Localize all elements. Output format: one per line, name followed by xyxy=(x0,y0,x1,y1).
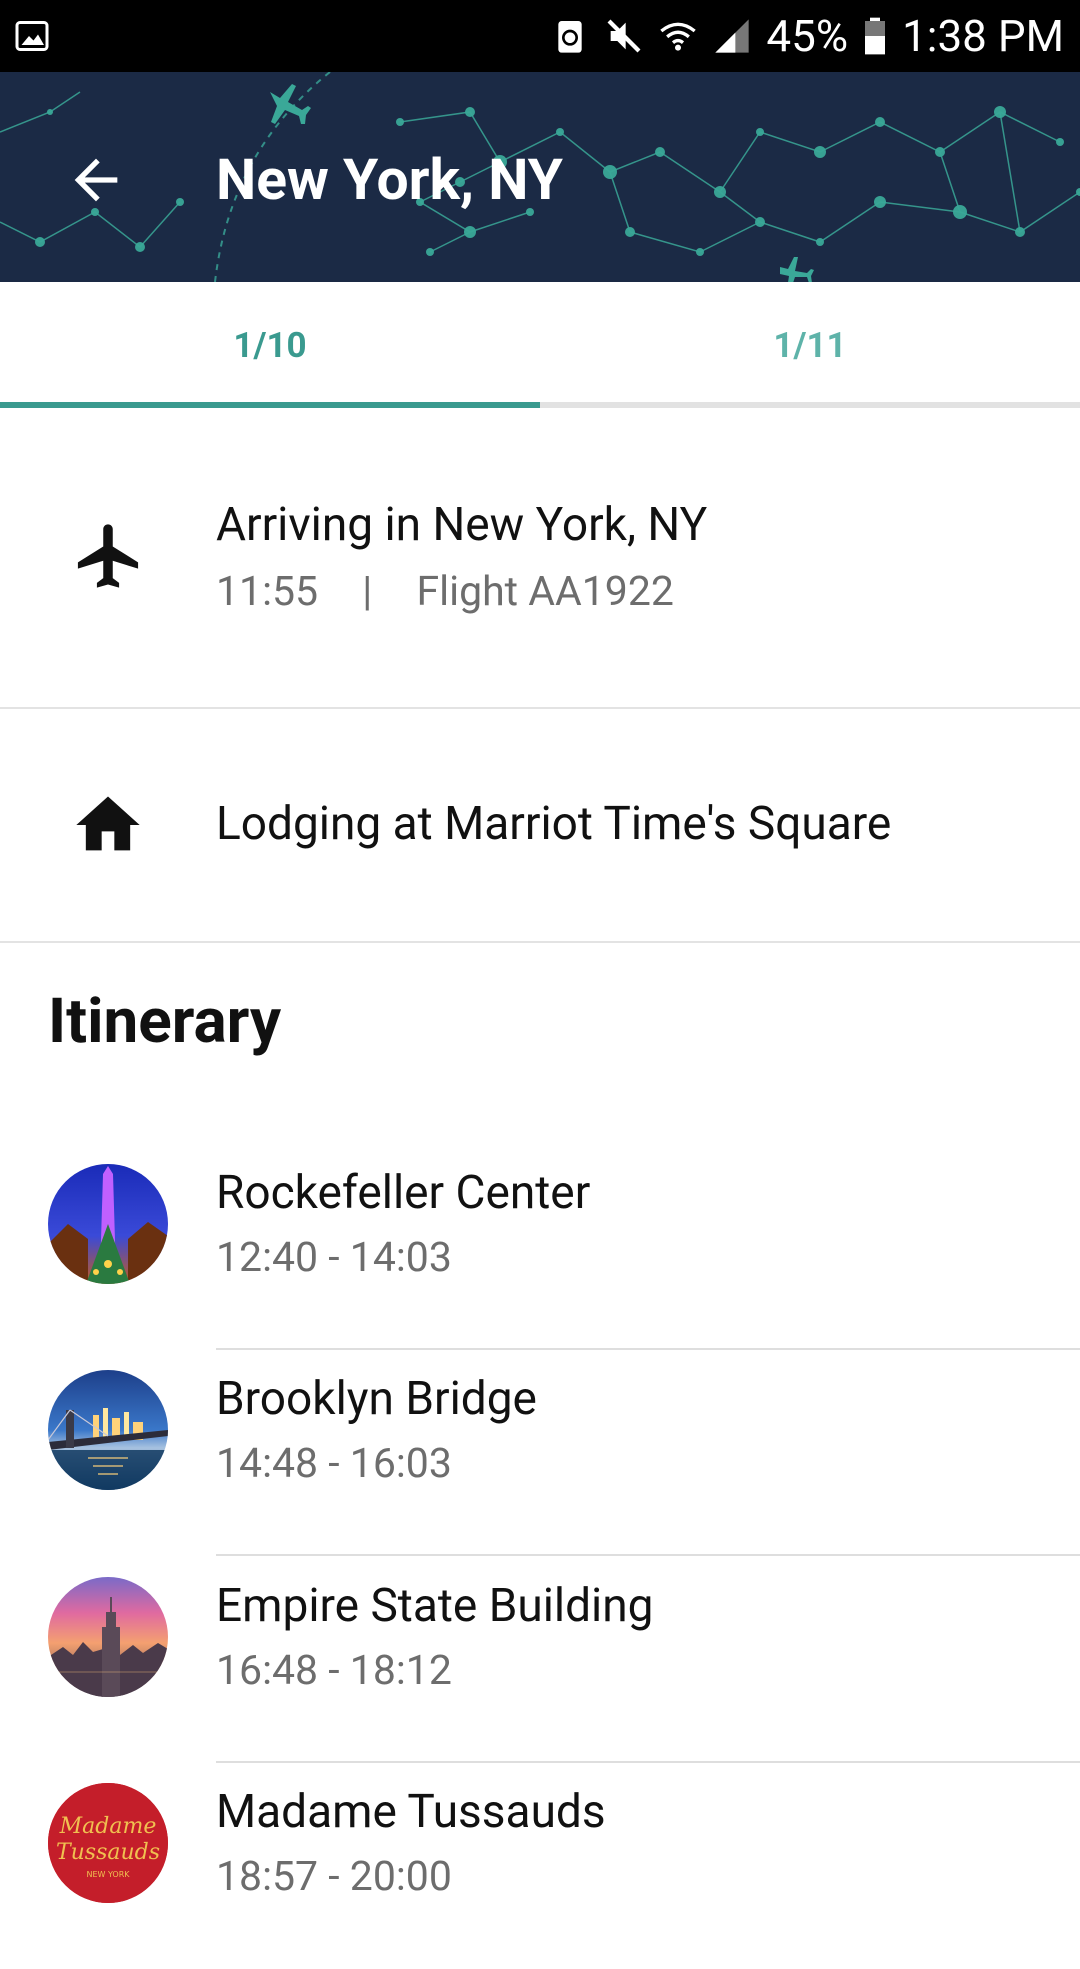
item-name: Empire State Building xyxy=(216,1579,654,1633)
item-time: 12:40 - 14:03 xyxy=(216,1234,452,1282)
brooklyn-bridge-thumbnail xyxy=(48,1370,168,1490)
svg-text:Madame: Madame xyxy=(59,1814,157,1839)
tab-1-10[interactable]: 1/10 xyxy=(0,282,540,408)
item-time: 18:57 - 20:00 xyxy=(216,1853,452,1901)
madame-tussauds-logo: Madame Tussauds NEW YORK xyxy=(48,1783,168,1903)
itinerary-heading: Itinerary xyxy=(48,985,282,1058)
item-name: Rockefeller Center xyxy=(216,1166,591,1220)
app-header: New York, NY xyxy=(0,72,1080,282)
arrival-time: 11:55 xyxy=(216,568,319,616)
recycle-icon xyxy=(558,21,583,53)
svg-text:NEW YORK: NEW YORK xyxy=(86,1870,130,1879)
mute-icon xyxy=(607,19,641,53)
airplane-icon xyxy=(77,524,139,588)
divider xyxy=(216,1554,1080,1556)
battery-percent: 45% xyxy=(766,10,849,62)
itinerary-item-madame-tussauds[interactable]: Madame Tussauds NEW YORK Madame Tussauds… xyxy=(0,1763,1080,1969)
wifi-icon xyxy=(660,22,697,51)
image-icon xyxy=(15,21,49,51)
tab-1-11[interactable]: 1/11 xyxy=(540,282,1080,408)
clock: 1:38 PM xyxy=(902,10,1064,62)
signal-icon xyxy=(715,19,750,53)
page-title: New York, NY xyxy=(216,146,563,213)
date-tabs: 1/10 1/11 xyxy=(0,282,1080,408)
lodging-title: Lodging at Marriot Time's Square xyxy=(216,797,892,851)
item-time: 16:48 - 18:12 xyxy=(216,1647,452,1695)
empire-state-building-thumbnail xyxy=(48,1577,168,1697)
rockefeller-center-thumbnail xyxy=(48,1164,168,1284)
svg-text:Tussauds: Tussauds xyxy=(56,1840,160,1865)
arrival-row[interactable]: Arriving in New York, NY 11:55 | Flight … xyxy=(0,408,1080,708)
battery-icon xyxy=(865,17,886,55)
lodging-row[interactable]: Lodging at Marriot Time's Square xyxy=(0,709,1080,941)
flight-number: Flight AA1922 xyxy=(416,568,674,616)
back-arrow-icon[interactable] xyxy=(64,148,128,212)
home-icon xyxy=(76,796,140,851)
itinerary-item-empire-state-building[interactable]: Empire State Building 16:48 - 18:12 xyxy=(0,1557,1080,1763)
item-name: Madame Tussauds xyxy=(216,1785,606,1839)
itinerary-item-brooklyn-bridge[interactable]: Brooklyn Bridge 14:48 - 16:03 xyxy=(0,1350,1080,1556)
divider xyxy=(0,941,1080,943)
detail-separator: | xyxy=(362,568,373,616)
status-bar: 45% 1:38 PM xyxy=(0,0,1080,72)
item-name: Brooklyn Bridge xyxy=(216,1372,537,1426)
item-time: 14:48 - 16:03 xyxy=(216,1440,452,1488)
arrival-title: Arriving in New York, NY xyxy=(216,498,708,552)
arrival-details: 11:55 | Flight AA1922 xyxy=(216,568,674,616)
itinerary-item-rockefeller-center[interactable]: Rockefeller Center 12:40 - 14:03 xyxy=(0,1144,1080,1350)
